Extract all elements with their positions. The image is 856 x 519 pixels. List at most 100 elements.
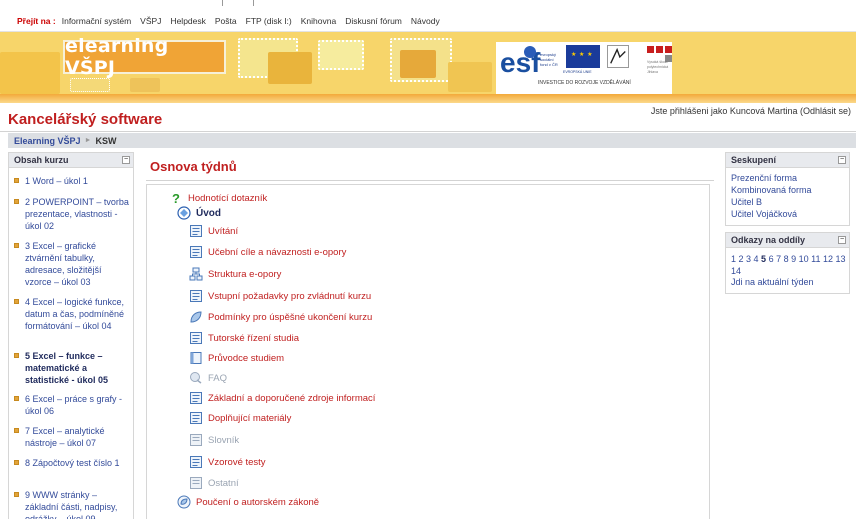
activity-link[interactable]: Učební cíle a návaznosti e-opory	[208, 247, 346, 258]
page-icon	[189, 476, 203, 490]
menu-item-link[interactable]: 3 Excel – grafické ztvárnění tabulky, ad…	[25, 240, 130, 288]
activity-doplnujici[interactable]: Doplňující materiály	[189, 411, 291, 425]
nav-link-navody[interactable]: Návody	[411, 16, 440, 26]
group-link[interactable]: Učitel B	[731, 197, 762, 207]
group-link[interactable]: Prezenční forma	[731, 173, 797, 183]
course-title: Kancelářský software	[8, 111, 163, 128]
menu-item[interactable]: 7 Excel – analytické nástroje – úkol 07	[14, 425, 130, 449]
jump-to-current-week-link[interactable]: Jdi na aktuální týden	[731, 277, 814, 287]
banner-decoration	[268, 52, 312, 84]
collapse-icon[interactable]: −	[838, 236, 846, 244]
menu-item[interactable]: 8 Zápočtový test číslo 1	[14, 457, 130, 469]
login-user-text: Jste přihlášeni jako Kuncová Martina	[650, 106, 798, 116]
main-title: Osnova týdnů	[150, 159, 237, 174]
activity-podminky[interactable]: Podmínky pro úspěšné ukončení kurzu	[189, 310, 372, 324]
collapse-icon[interactable]: −	[838, 156, 846, 164]
activity-vstupni-pozadavky[interactable]: Vstupní požadavky pro zvládnutí kurzu	[189, 289, 371, 303]
activity-pruvodce[interactable]: Průvodce studiem	[189, 351, 284, 365]
logout-link[interactable]: (Odhlásit se)	[800, 106, 851, 116]
activity-link[interactable]: Poučení o autorském zákoně	[196, 497, 319, 508]
top-tick	[222, 0, 223, 6]
menu-item[interactable]: 3 Excel – grafické ztvárnění tabulky, ad…	[14, 240, 130, 288]
divider	[146, 180, 714, 181]
activity-link[interactable]: Struktura e-opory	[208, 269, 281, 280]
leaf-icon	[189, 310, 203, 324]
activity-link[interactable]: Hodnotící dotazník	[188, 193, 267, 204]
banner-decoration	[400, 50, 436, 78]
section-links-header: Odkazy na oddíly −	[726, 233, 849, 248]
top-navigation-bar: Přejít na : Informační systém VŠPJ Helpd…	[0, 10, 856, 32]
activity-feedback[interactable]: ? Hodnotící dotazník	[169, 191, 267, 206]
breadcrumb-home-link[interactable]: Elearning VŠPJ	[14, 136, 81, 146]
activity-link[interactable]: Doplňující materiály	[208, 413, 291, 424]
leaf-icon	[177, 495, 191, 509]
menu-item-link[interactable]: 9 WWW stránky – základní části, nadpisy,…	[25, 489, 130, 519]
top-tick	[253, 0, 254, 6]
activity-slovnik[interactable]: Slovník	[189, 433, 239, 447]
activity-uvitani[interactable]: Uvítání	[189, 224, 238, 238]
menu-item-link[interactable]: 5 Excel – funkce – matematické a statist…	[25, 350, 130, 386]
nav-link-informacni-system[interactable]: Informační systém	[62, 16, 131, 26]
elearning-logo[interactable]: elearning VŠPJ	[63, 35, 226, 79]
bullet-icon	[14, 353, 19, 358]
section-numbers-before[interactable]: 1 2 3 4	[731, 254, 759, 264]
activity-link[interactable]: Vzorové testy	[208, 457, 266, 468]
menu-item-link[interactable]: 6 Excel – práce s grafy - úkol 06	[25, 393, 130, 417]
page-icon	[189, 245, 203, 259]
activity-link[interactable]: FAQ	[208, 373, 227, 384]
menu-item[interactable]: 9 WWW stránky – základní části, nadpisy,…	[14, 489, 130, 519]
school-logo-icon	[647, 46, 654, 53]
activity-link[interactable]: Tutorské řízení studia	[208, 333, 299, 344]
activity-ucebni-cile[interactable]: Učební cíle a návaznosti e-opory	[189, 245, 346, 259]
activity-link[interactable]: Základní a doporučené zdroje informací	[208, 393, 375, 404]
collapse-icon[interactable]: −	[122, 156, 130, 164]
menu-item[interactable]: 6 Excel – práce s grafy - úkol 06	[14, 393, 130, 417]
activity-link[interactable]: Vstupní požadavky pro zvládnutí kurzu	[208, 291, 371, 302]
activity-ostatni[interactable]: Ostatní	[189, 476, 239, 490]
esf-caption: evropský sociální fond v ČR	[540, 52, 558, 67]
nav-link-diskusni-forum[interactable]: Diskusní fórum	[345, 16, 402, 26]
glossary-icon	[189, 433, 203, 447]
activity-tutorske-rizeni[interactable]: Tutorské řízení studia	[189, 331, 299, 345]
window-top-edge	[0, 0, 856, 10]
ministry-logo-icon	[607, 45, 629, 68]
nav-link-knihovna[interactable]: Knihovna	[301, 16, 336, 26]
school-caption: Vysoká škola polytechnická Jihlava	[647, 60, 669, 74]
activity-link[interactable]: Podmínky pro úspěšné ukončení kurzu	[208, 312, 372, 323]
activity-link[interactable]: Slovník	[208, 435, 239, 446]
bullet-icon	[14, 199, 19, 204]
menu-item[interactable]: 1 Word – úkol 1	[14, 175, 130, 187]
activity-zakladni-zdroje[interactable]: Základní a doporučené zdroje informací	[189, 391, 375, 405]
page-icon	[189, 224, 203, 238]
nav-link-vspj[interactable]: VŠPJ	[140, 16, 161, 26]
menu-item[interactable]: 4 Excel – logické funkce, datum a čas, p…	[14, 296, 130, 332]
activity-struktura[interactable]: Struktura e-opory	[189, 267, 281, 281]
section-number-links[interactable]: 1 2 3 4 5 6 7 8 9 10 11 12 13 14	[731, 253, 849, 277]
activity-faq[interactable]: FAQ	[189, 371, 227, 385]
activity-link[interactable]: Uvítání	[208, 226, 238, 237]
bullet-icon	[14, 428, 19, 433]
menu-item-current[interactable]: 5 Excel – funkce – matematické a statist…	[14, 350, 130, 386]
page-icon	[189, 289, 203, 303]
bullet-icon	[14, 299, 19, 304]
nav-link-helpdesk[interactable]: Helpdesk	[170, 16, 205, 26]
menu-item[interactable]: 2 POWERPOINT – tvorba prezentace, vlastn…	[14, 196, 130, 232]
activity-link[interactable]: Ostatní	[208, 478, 239, 489]
menu-item-link[interactable]: 8 Zápočtový test číslo 1	[25, 457, 120, 469]
menu-item-link[interactable]: 7 Excel – analytické nástroje – úkol 07	[25, 425, 130, 449]
menu-item-link[interactable]: 4 Excel – logické funkce, datum a čas, p…	[25, 296, 130, 332]
activity-vzorove-testy[interactable]: Vzorové testy	[189, 455, 266, 469]
menu-item-link[interactable]: 1 Word – úkol 1	[25, 175, 88, 187]
activity-link[interactable]: Průvodce studiem	[208, 353, 284, 364]
menu-item-link[interactable]: 2 POWERPOINT – tvorba prezentace, vlastn…	[25, 196, 130, 232]
eu-caption: EVROPSKÁ UNIE	[563, 70, 592, 74]
group-link[interactable]: Kombinovaná forma	[731, 185, 812, 195]
group-link[interactable]: Učitel Vojáčková	[731, 209, 797, 219]
nav-link-posta[interactable]: Pošta	[215, 16, 237, 26]
course-menu-header: Obsah kurzu −	[9, 153, 133, 168]
nav-link-ftp[interactable]: FTP (disk I:)	[246, 16, 292, 26]
header-banner: elearning VŠPJ esf evropský sociální fon…	[0, 32, 856, 94]
section-links-block: Odkazy na oddíly − 1 2 3 4 5 6 7 8 9 10 …	[725, 232, 850, 294]
activity-pouceni[interactable]: Poučení o autorském zákoně	[177, 495, 319, 509]
banner-bottom-bar	[0, 94, 856, 103]
